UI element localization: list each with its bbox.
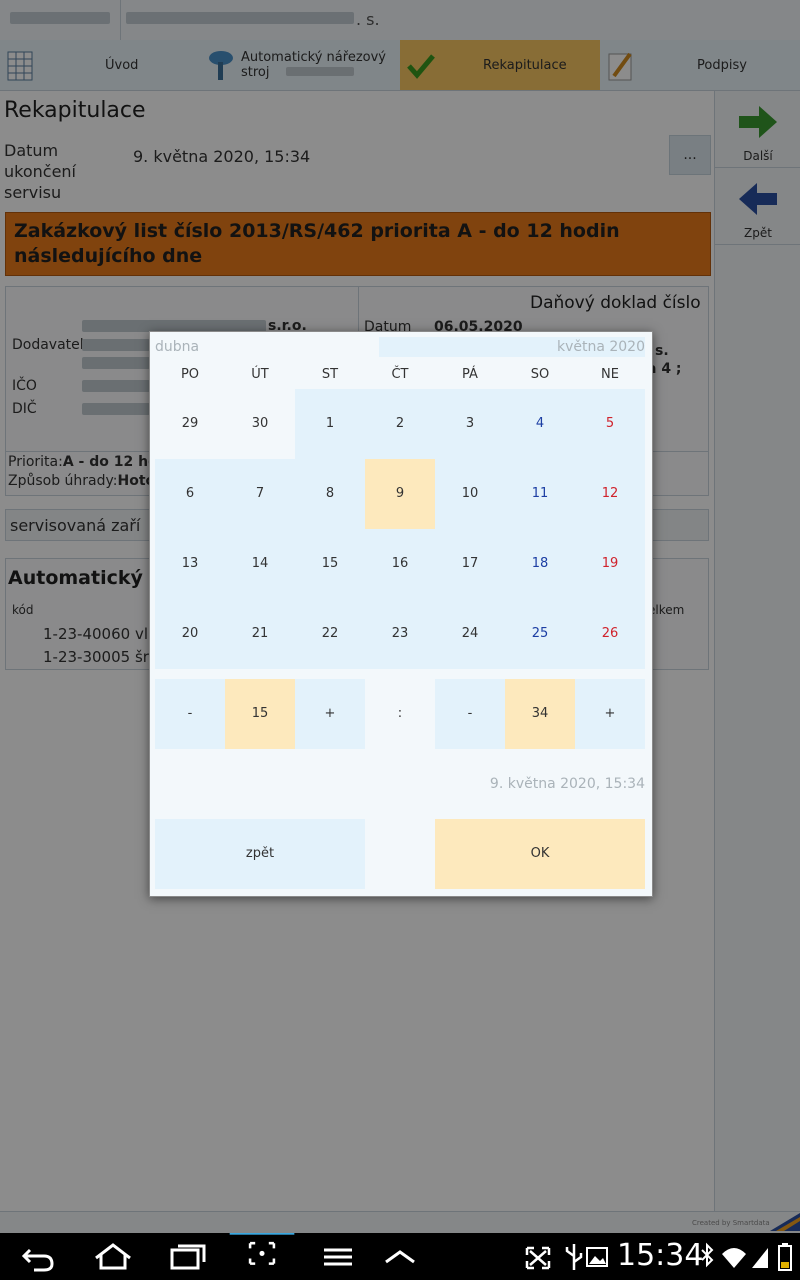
back-icon[interactable] <box>18 1236 58 1276</box>
day-cell[interactable]: 3 <box>435 389 505 459</box>
dialog-back-button[interactable]: zpět <box>155 819 365 889</box>
day-cell[interactable]: 6 <box>155 459 225 529</box>
day-cell[interactable]: 2 <box>365 389 435 459</box>
day-cell[interactable]: 29 <box>155 389 225 459</box>
day-cell[interactable]: 5 <box>575 389 645 459</box>
hour-increment-button[interactable]: + <box>295 679 365 749</box>
day-cell[interactable]: 26 <box>575 599 645 669</box>
status-clock: 15:34 <box>617 1238 704 1273</box>
day-cell[interactable]: 11 <box>505 459 575 529</box>
datetime-summary: 9. května 2020, 15:34 <box>489 776 645 792</box>
day-cell-selected[interactable]: 9 <box>365 459 435 529</box>
day-cell[interactable]: 20 <box>155 599 225 669</box>
usb-icon <box>565 1244 583 1270</box>
bluetooth-icon <box>701 1242 714 1268</box>
weekday-sat: SO <box>530 367 550 382</box>
signal-icon <box>752 1248 768 1268</box>
day-cell[interactable]: 14 <box>225 529 295 599</box>
prev-month-button[interactable]: dubna <box>155 339 199 355</box>
recent-apps-icon[interactable] <box>166 1236 208 1276</box>
current-month-label: května 2020 <box>556 339 645 355</box>
hour-value: 15 <box>225 679 295 749</box>
home-icon[interactable] <box>92 1236 134 1276</box>
day-cell[interactable]: 23 <box>365 599 435 669</box>
day-cell[interactable]: 15 <box>295 529 365 599</box>
day-cell[interactable]: 25 <box>505 599 575 669</box>
weekday-fri: PÁ <box>462 367 478 382</box>
weekday-thu: ČT <box>391 367 409 382</box>
day-cell[interactable]: 30 <box>225 389 295 459</box>
day-cell[interactable]: 22 <box>295 599 365 669</box>
minute-value: 34 <box>505 679 575 749</box>
image-icon <box>586 1247 608 1267</box>
day-cell[interactable]: 10 <box>435 459 505 529</box>
day-cell[interactable]: 1 <box>295 389 365 459</box>
fullscreen-icon <box>525 1246 551 1270</box>
day-cell[interactable]: 21 <box>225 599 295 669</box>
weekday-sun: NE <box>601 367 619 382</box>
weekday-wed: ST <box>321 367 339 382</box>
minute-increment-button[interactable]: + <box>575 679 645 749</box>
wifi-icon <box>722 1248 746 1268</box>
chevron-up-icon[interactable] <box>380 1236 420 1276</box>
weekday-tue: ÚT <box>251 367 269 382</box>
day-cell[interactable]: 16 <box>365 529 435 599</box>
day-cell[interactable]: 19 <box>575 529 645 599</box>
day-cell[interactable]: 8 <box>295 459 365 529</box>
day-cell[interactable]: 7 <box>225 459 295 529</box>
time-separator: : <box>365 679 435 749</box>
day-cell[interactable]: 12 <box>575 459 645 529</box>
day-cell[interactable]: 24 <box>435 599 505 669</box>
menu-icon[interactable] <box>318 1236 358 1276</box>
day-cell[interactable]: 17 <box>435 529 505 599</box>
dialog-ok-button[interactable]: OK <box>435 819 645 889</box>
minute-decrement-button[interactable]: - <box>435 679 505 749</box>
weekday-mon: PO <box>180 367 200 382</box>
day-cell[interactable]: 13 <box>155 529 225 599</box>
day-cell[interactable]: 4 <box>505 389 575 459</box>
hour-decrement-button[interactable]: - <box>155 679 225 749</box>
battery-icon <box>778 1243 792 1271</box>
screenshot-icon[interactable] <box>224 1233 300 1273</box>
day-cell[interactable]: 18 <box>505 529 575 599</box>
